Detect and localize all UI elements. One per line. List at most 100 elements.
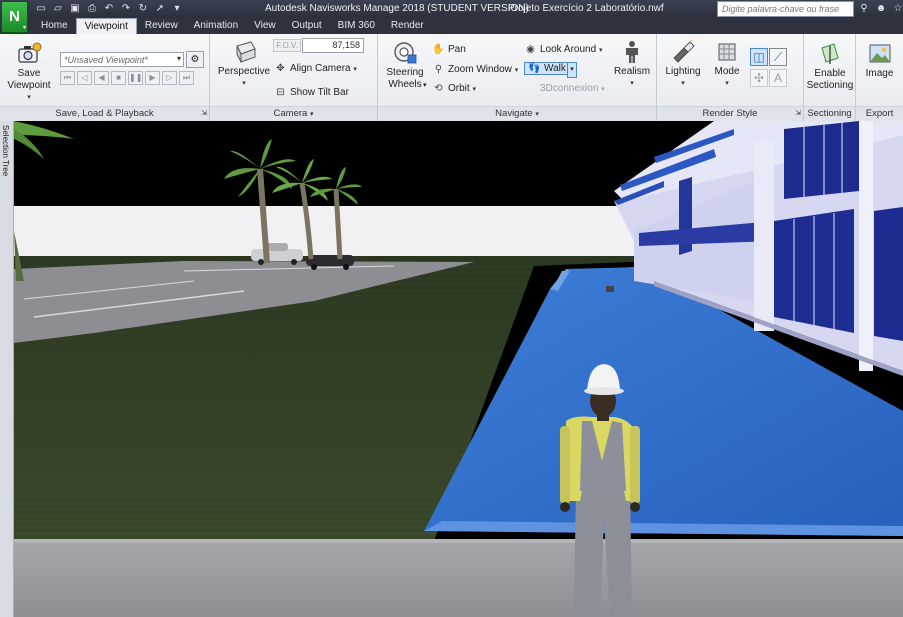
step-back-icon[interactable]: ◁ (77, 71, 92, 85)
3dconnexion-caret-icon: ▾ (601, 86, 605, 93)
viewpoint-settings-icon[interactable]: ⚙ (186, 51, 204, 68)
refresh-icon[interactable]: ↻ (136, 2, 150, 16)
tab-animation[interactable]: Animation (186, 18, 246, 34)
align-camera-icon: ✥ (276, 63, 285, 74)
panel-title-camera-text: Camera (273, 108, 308, 119)
image-label: Image (865, 68, 894, 79)
panel-export: Image Export (856, 34, 903, 121)
app-menu-arrow-icon: ▾ (22, 25, 26, 31)
tab-render[interactable]: Render (383, 18, 432, 34)
stop-icon[interactable]: ■ (111, 71, 126, 85)
realism-label: Realism (613, 66, 651, 77)
print-icon[interactable]: ⎙ (85, 2, 99, 16)
redo-icon[interactable]: ↷ (119, 2, 133, 16)
walk-dropdown-icon[interactable]: ▾ (567, 62, 577, 78)
perspective-label: Perspective (217, 66, 271, 77)
lines-toggle-icon[interactable]: ⟋ (769, 48, 787, 66)
pan-button[interactable]: ✋ Pan (432, 42, 466, 58)
realism-caret-icon: ▾ (630, 80, 634, 87)
binoculars-icon[interactable]: ⚲ (858, 2, 870, 15)
zoom-window-button[interactable]: ⚲ Zoom Window ▾ (432, 62, 518, 78)
open-folder-icon[interactable]: ▱ (51, 2, 65, 16)
qat-dropdown-icon[interactable]: ▾ (170, 2, 184, 16)
zoom-window-label: Zoom Window (448, 64, 512, 75)
panel-title-camera[interactable]: Camera ▾ (210, 106, 377, 121)
mode-button[interactable]: Mode ▾ (707, 40, 747, 90)
3d-viewport[interactable] (14, 121, 903, 617)
tab-review[interactable]: Review (137, 18, 186, 34)
selection-tree-tab[interactable]: Selection Tree (0, 121, 14, 617)
flashlight-icon (673, 40, 695, 63)
look-around-label: Look Around (540, 44, 597, 55)
lighting-label: Lighting (665, 66, 701, 77)
quick-access-toolbar: ▭ ▱ ▣ ⎙ ↶ ↷ ↻ ➚ ▾ (34, 2, 184, 16)
panel-title-navigate-text: Navigate (495, 108, 533, 119)
perspective-cube-icon (236, 41, 256, 63)
align-camera-caret-icon: ▾ (353, 66, 357, 73)
star-icon[interactable]: ☆ (892, 2, 903, 15)
play-reverse-icon[interactable]: ◀ (94, 71, 109, 85)
search-input[interactable] (717, 1, 854, 17)
perspective-button[interactable]: Perspective ▾ (216, 40, 272, 90)
panel-title-render-style: Render Style ⇲ (657, 106, 803, 121)
walkway-curb (14, 539, 903, 543)
text-toggle-icon[interactable]: A (769, 69, 787, 87)
lighting-button[interactable]: Lighting ▾ (661, 40, 705, 90)
step-forward-icon[interactable]: ▷ (162, 71, 177, 85)
sectioning-icon (821, 43, 839, 64)
camera-icon (18, 42, 42, 63)
first-frame-icon[interactable]: ⏮ (60, 71, 75, 85)
pause-icon[interactable]: ❚❚ (128, 71, 143, 85)
zoom-magnifier-icon: ⚲ (434, 64, 443, 75)
user-icon[interactable]: ☻ (875, 2, 887, 15)
tab-home[interactable]: Home (33, 18, 76, 34)
panel-title-export: Export (856, 106, 903, 121)
select-cursor-icon[interactable]: ➚ (153, 2, 167, 16)
render-style-launcher-icon[interactable]: ⇲ (795, 107, 801, 121)
export-image-button[interactable]: Image (858, 42, 901, 80)
panel-camera: Perspective ▾ F.O.V. 87,158 ✥ Align Camer… (210, 34, 378, 121)
tab-bim360[interactable]: BIM 360 (330, 18, 383, 34)
steering-wheels-caret-icon[interactable]: ▾ (423, 81, 427, 89)
ribbon-tab-bar: Home Viewpoint Review Animation View Out… (0, 18, 903, 34)
walk-button[interactable]: 👣 Walk (524, 61, 570, 77)
save-viewpoint-label-1: Save (17, 68, 41, 79)
title-bar: ▭ ▱ ▣ ⎙ ↶ ↷ ↻ ➚ ▾ Autodesk Navisworks Ma… (0, 0, 903, 18)
tab-viewpoint[interactable]: Viewpoint (75, 18, 137, 34)
play-icon[interactable]: ▶ (145, 71, 160, 85)
3dconnexion-label: 3Dconnexion (540, 83, 599, 94)
steering-wheels-label-1: Steering (386, 67, 424, 78)
panel-title-navigate[interactable]: Navigate ▾ (378, 106, 656, 121)
orbit-button[interactable]: ⟲ Orbit ▾ (432, 81, 476, 97)
perspective-caret-icon: ▾ (242, 80, 246, 87)
surfaces-toggle-icon[interactable]: ◫ (750, 48, 768, 66)
points-toggle-icon[interactable]: ✣ (750, 69, 768, 87)
realism-button[interactable]: Realism ▾ (609, 40, 655, 90)
tab-output[interactable]: Output (284, 18, 330, 34)
panel-launcher-icon[interactable]: ⇲ (201, 107, 207, 121)
zoom-window-caret-icon: ▾ (514, 67, 519, 74)
app-menu-button[interactable]: N ▾ (1, 1, 28, 33)
viewpoint-dropdown[interactable]: *Unsaved Viewpoint* ▾ (60, 52, 184, 67)
align-camera-label: Align Camera (290, 63, 351, 74)
look-around-button[interactable]: ◉ Look Around ▾ (524, 42, 602, 58)
last-frame-icon[interactable]: ⏭ (179, 71, 194, 85)
undo-icon[interactable]: ↶ (102, 2, 116, 16)
image-icon (869, 44, 890, 63)
align-camera-button[interactable]: ✥ Align Camera ▾ (274, 61, 357, 77)
panel-navigate: Steering Wheels ▾ ✋ Pan ⚲ Zoom Window ▾ ⟲ O… (378, 34, 657, 121)
panel-title-save-load: Save, Load & Playback ⇲ (0, 106, 209, 121)
panel-navigate-caret-icon: ▾ (535, 111, 539, 118)
panel-render-style: Lighting ▾ Mode ▾ ◫ ⟋ ✣ A Render Style ⇲ (657, 34, 804, 121)
tab-view[interactable]: View (246, 18, 284, 34)
save-viewpoint-button[interactable]: Save Viewpoint ▾ (4, 42, 54, 104)
pan-label: Pan (448, 44, 466, 55)
steering-wheels-button[interactable]: Steering Wheels (382, 41, 428, 91)
show-tilt-bar-button[interactable]: ⊟ Show Tilt Bar (274, 85, 349, 101)
walkway (14, 541, 903, 617)
fov-input[interactable]: 87,158 (302, 38, 364, 53)
enable-sectioning-button[interactable]: Enable Sectioning (806, 42, 854, 92)
save-icon[interactable]: ▣ (68, 2, 82, 16)
new-file-icon[interactable]: ▭ (34, 2, 48, 16)
enable-sectioning-label-1: Enable (814, 68, 846, 79)
